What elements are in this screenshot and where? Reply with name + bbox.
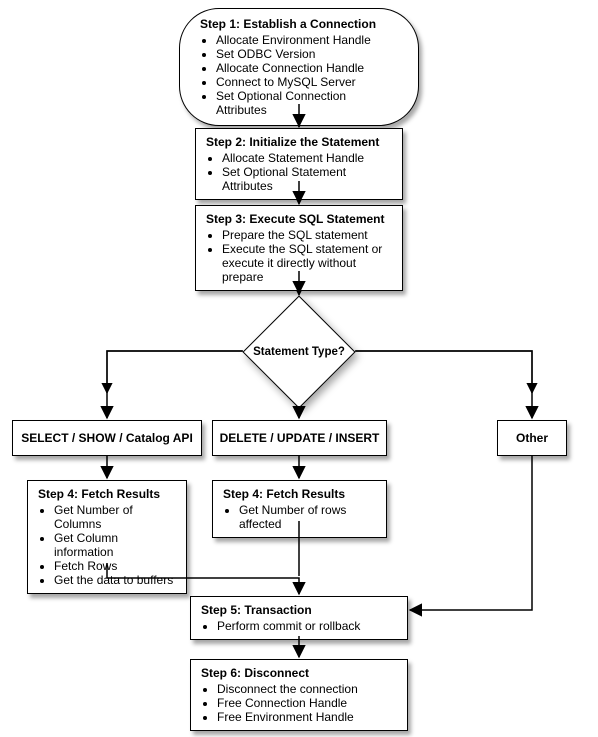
step6-item: Free Environment Handle	[217, 710, 397, 724]
step5-item: Perform commit or rollback	[217, 619, 397, 633]
step1-item: Allocate Environment Handle	[216, 33, 398, 47]
step4b-node: Step 4: Fetch Results Get Number of rows…	[212, 480, 387, 538]
step4a-item: Fetch Rows	[54, 559, 176, 573]
step1-list: Allocate Environment Handle Set ODBC Ver…	[200, 33, 398, 117]
step4a-item: Get Column information	[54, 531, 176, 559]
branch-other-node: Other	[497, 420, 567, 456]
step2-list: Allocate Statement Handle Set Optional S…	[206, 151, 392, 193]
branch-select-node: SELECT / SHOW / Catalog API	[12, 420, 202, 456]
step3-item: Prepare the SQL statement	[222, 228, 392, 242]
step3-list: Prepare the SQL statement Execute the SQ…	[206, 228, 392, 284]
branch-dml-label: DELETE / UPDATE / INSERT	[220, 431, 380, 445]
step1-node: Step 1: Establish a Connection Allocate …	[179, 8, 419, 126]
step4b-list: Get Number of rows affected	[223, 503, 376, 531]
step5-title: Step 5: Transaction	[201, 603, 397, 617]
decision-node: Statement Type?	[242, 295, 356, 408]
step5-list: Perform commit or rollback	[201, 619, 397, 633]
step1-item: Connect to MySQL Server	[216, 75, 398, 89]
step6-item: Disconnect the connection	[217, 682, 397, 696]
step6-node: Step 6: Disconnect Disconnect the connec…	[190, 659, 408, 731]
step2-item: Allocate Statement Handle	[222, 151, 392, 165]
step4b-item: Get Number of rows affected	[239, 503, 376, 531]
step6-list: Disconnect the connection Free Connectio…	[201, 682, 397, 724]
step4b-title: Step 4: Fetch Results	[223, 487, 376, 501]
branch-dml-node: DELETE / UPDATE / INSERT	[212, 420, 387, 456]
step4a-item: Get Number of Columns	[54, 503, 176, 531]
step4a-list: Get Number of Columns Get Column informa…	[38, 503, 176, 587]
step3-node: Step 3: Execute SQL Statement Prepare th…	[195, 205, 403, 291]
step2-title: Step 2: Initialize the Statement	[206, 135, 392, 149]
branch-select-label: SELECT / SHOW / Catalog API	[21, 431, 193, 445]
step3-item: Execute the SQL statement or execute it …	[222, 242, 392, 284]
step4a-title: Step 4: Fetch Results	[38, 487, 176, 501]
step6-item: Free Connection Handle	[217, 696, 397, 710]
step1-item: Set Optional Connection Attributes	[216, 89, 398, 117]
step2-item: Set Optional Statement Attributes	[222, 165, 392, 193]
step4a-item: Get the data to buffers	[54, 573, 176, 587]
step4a-node: Step 4: Fetch Results Get Number of Colu…	[27, 480, 187, 594]
step3-title: Step 3: Execute SQL Statement	[206, 212, 392, 226]
step1-title: Step 1: Establish a Connection	[200, 17, 398, 31]
step5-node: Step 5: Transaction Perform commit or ro…	[190, 596, 408, 640]
step1-item: Set ODBC Version	[216, 47, 398, 61]
step1-item: Allocate Connection Handle	[216, 61, 398, 75]
step6-title: Step 6: Disconnect	[201, 666, 397, 680]
branch-other-label: Other	[516, 431, 548, 445]
step2-node: Step 2: Initialize the Statement Allocat…	[195, 128, 403, 200]
